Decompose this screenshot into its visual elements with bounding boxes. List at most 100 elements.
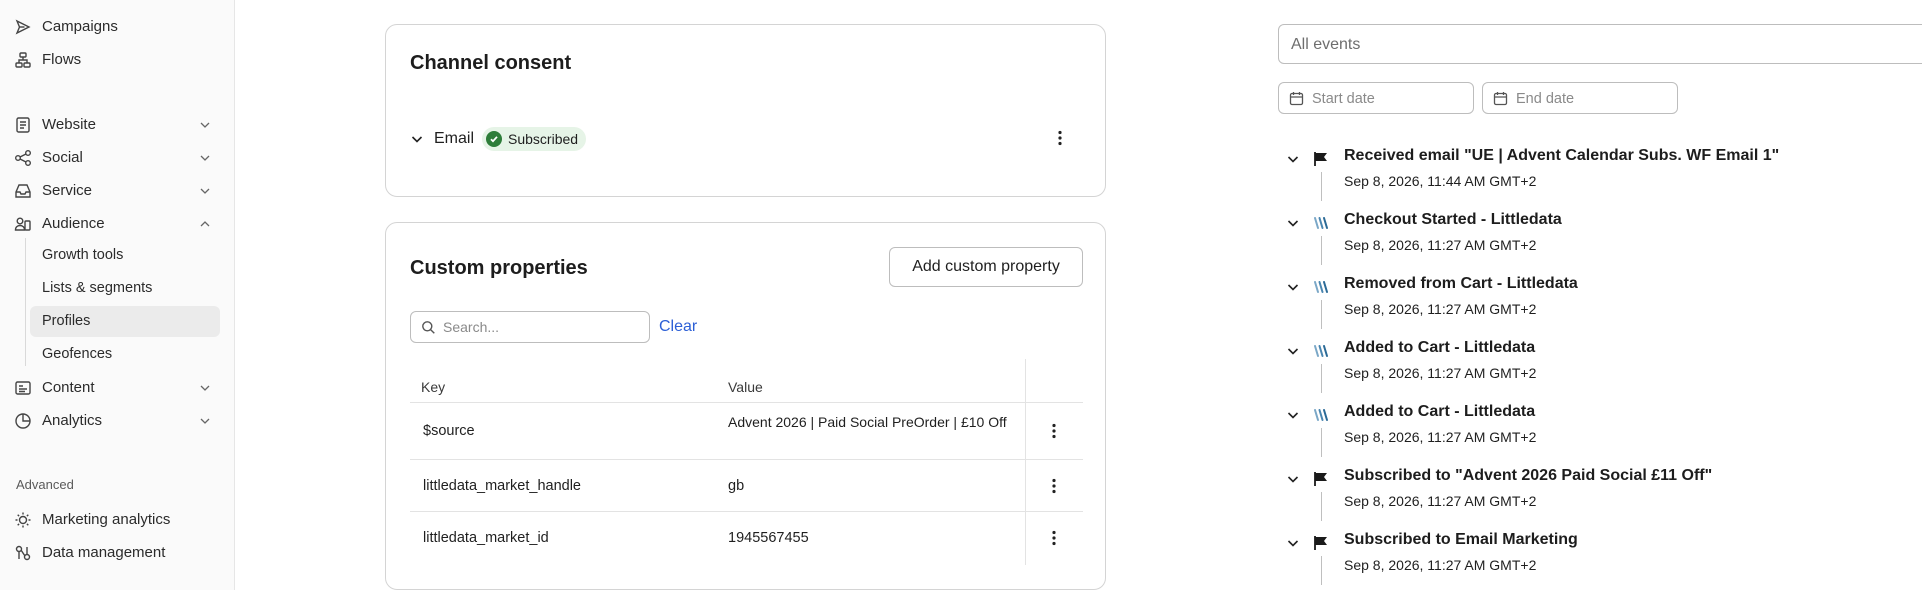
clear-link[interactable]: Clear	[659, 318, 697, 336]
sidebar-item-label: Analytics	[42, 412, 103, 429]
event-title[interactable]: Added to Cart - Littledata	[1344, 339, 1535, 357]
sidebar-section-advanced: Advanced	[16, 477, 74, 492]
sidebar-item-label: Service	[42, 182, 93, 199]
users-icon	[14, 217, 31, 231]
sidebar-subitem-lists-segments[interactable]: Lists & segments	[30, 273, 220, 304]
sidebar-item-label: Marketing analytics	[42, 511, 171, 528]
custom-properties-card: Custom properties Add custom property Cl…	[385, 222, 1106, 590]
chevron-down-icon[interactable]	[410, 132, 424, 146]
sidebar-item-campaigns[interactable]: Campaigns	[0, 10, 234, 42]
sidebar-item-flows[interactable]: Flows	[0, 43, 234, 75]
sidebar: Campaigns Flows Website Social Service A…	[0, 0, 235, 590]
email-consent-more-button[interactable]	[1050, 128, 1070, 148]
chevron-down-icon[interactable]	[1286, 472, 1300, 486]
sidebar-subitem-growth-tools[interactable]: Growth tools	[30, 240, 220, 271]
end-date-field	[1482, 82, 1678, 114]
event-timestamp: Sep 8, 2026, 11:27 AM GMT+2	[1344, 493, 1537, 509]
event-item: Added to Cart - Littledata Sep 8, 2026, 1…	[1286, 402, 1922, 466]
property-key: littledata_market_id	[423, 530, 549, 546]
row-more-button[interactable]	[1044, 421, 1064, 441]
chevron-down-icon[interactable]	[1286, 536, 1300, 550]
send-icon	[15, 19, 31, 35]
events-filter-select[interactable]: All events	[1278, 24, 1922, 64]
sidebar-item-social[interactable]: Social	[0, 141, 234, 173]
chevron-up-icon	[200, 221, 210, 227]
table-row: littledata_market_id 1945567455	[410, 512, 1083, 565]
submenu-guide-line	[25, 238, 26, 366]
sidebar-item-marketing-analytics[interactable]: Marketing analytics	[0, 503, 234, 535]
property-key: littledata_market_handle	[423, 478, 581, 494]
end-date-input[interactable]	[1516, 89, 1666, 109]
event-timestamp: Sep 8, 2026, 11:44 AM GMT+2	[1344, 173, 1537, 189]
chevron-down-icon	[200, 188, 210, 194]
table-row: littledata_market_handle gb	[410, 460, 1083, 512]
column-header-key: Key	[421, 379, 446, 395]
event-item: Added to Cart - Littledata Sep 8, 2026, 1…	[1286, 338, 1922, 402]
share-icon	[15, 150, 31, 166]
add-custom-property-button[interactable]: Add custom property	[889, 247, 1083, 287]
sidebar-item-label: Audience	[42, 215, 105, 232]
chevron-down-icon[interactable]	[1286, 344, 1300, 358]
sidebar-item-label: Content	[42, 379, 95, 396]
event-title[interactable]: Removed from Cart - Littledata	[1344, 275, 1578, 293]
littledata-icon	[1314, 409, 1328, 421]
bulb-icon	[15, 512, 31, 528]
custom-properties-title: Custom properties	[410, 257, 588, 279]
property-value: Advent 2026 | Paid Social PreOrder | £10…	[728, 414, 1007, 430]
event-timestamp: Sep 8, 2026, 11:27 AM GMT+2	[1344, 301, 1537, 317]
sidebar-subitem-label: Growth tools	[42, 247, 124, 263]
more-vertical-icon	[1058, 130, 1062, 146]
search-input[interactable]	[443, 317, 643, 337]
timeline-connector	[1321, 300, 1322, 329]
sidebar-item-website[interactable]: Website	[0, 108, 234, 140]
timeline-connector	[1321, 428, 1322, 457]
chevron-down-icon[interactable]	[1286, 408, 1300, 422]
timeline-connector	[1321, 492, 1322, 521]
event-item: Checkout Started - Littledata Sep 8, 2026…	[1286, 210, 1922, 274]
event-title[interactable]: Checkout Started - Littledata	[1344, 211, 1562, 229]
search-icon	[422, 321, 435, 334]
calendar-icon	[1289, 92, 1304, 106]
chevron-down-icon	[200, 418, 210, 424]
channel-consent-card: Channel consent Email Subscribed	[385, 24, 1106, 197]
event-title[interactable]: Added to Cart - Littledata	[1344, 403, 1535, 421]
sidebar-item-service[interactable]: Service	[0, 174, 234, 206]
chevron-down-icon[interactable]	[1286, 216, 1300, 230]
sidebar-subitem-label: Geofences	[42, 346, 113, 362]
property-value: 1945567455	[728, 530, 809, 546]
sidebar-subitem-geofences[interactable]: Geofences	[30, 339, 220, 370]
table-row: $source Advent 2026 | Paid Social PreOrd…	[410, 403, 1083, 460]
more-vertical-icon	[1052, 423, 1056, 439]
more-vertical-icon	[1052, 530, 1056, 546]
row-more-button[interactable]	[1044, 528, 1064, 548]
check-circle-icon	[486, 131, 503, 147]
start-date-input[interactable]	[1312, 89, 1462, 109]
channel-consent-title: Channel consent	[410, 52, 572, 74]
chevron-down-icon	[200, 155, 210, 161]
email-consent-row: Email Subscribed	[410, 124, 587, 154]
event-item: Removed from Cart - Littledata Sep 8, 202…	[1286, 274, 1922, 338]
sidebar-item-data-management[interactable]: Data management	[0, 536, 234, 568]
chevron-down-icon[interactable]	[1286, 280, 1300, 294]
event-timestamp: Sep 8, 2026, 11:27 AM GMT+2	[1344, 365, 1537, 381]
timeline-connector	[1321, 172, 1322, 201]
sidebar-item-audience[interactable]: Audience	[0, 207, 234, 239]
chevron-down-icon	[200, 122, 210, 128]
sidebar-item-content[interactable]: Content	[0, 371, 234, 403]
event-item: Subscribed to Email Marketing Sep 8, 2026…	[1286, 530, 1922, 590]
sidebar-item-analytics[interactable]: Analytics	[0, 404, 234, 436]
event-title[interactable]: Received email "UE | Advent Calendar Sub…	[1344, 147, 1779, 165]
sidebar-subitem-profiles[interactable]: Profiles	[30, 306, 220, 337]
timeline-connector	[1321, 236, 1322, 265]
sidebar-item-label: Website	[42, 116, 96, 133]
event-title[interactable]: Subscribed to Email Marketing	[1344, 531, 1578, 549]
event-timestamp: Sep 8, 2026, 11:27 AM GMT+2	[1344, 429, 1537, 445]
status-badge-label: Subscribed	[508, 131, 579, 147]
chevron-down-icon[interactable]	[1286, 152, 1300, 166]
flag-icon	[1314, 152, 1327, 166]
flow-icon	[15, 52, 31, 68]
page-icon	[16, 117, 30, 133]
row-more-button[interactable]	[1044, 476, 1064, 496]
event-title[interactable]: Subscribed to "Advent 2026 Paid Social £…	[1344, 467, 1712, 485]
sidebar-subitem-label: Lists & segments	[42, 280, 153, 296]
